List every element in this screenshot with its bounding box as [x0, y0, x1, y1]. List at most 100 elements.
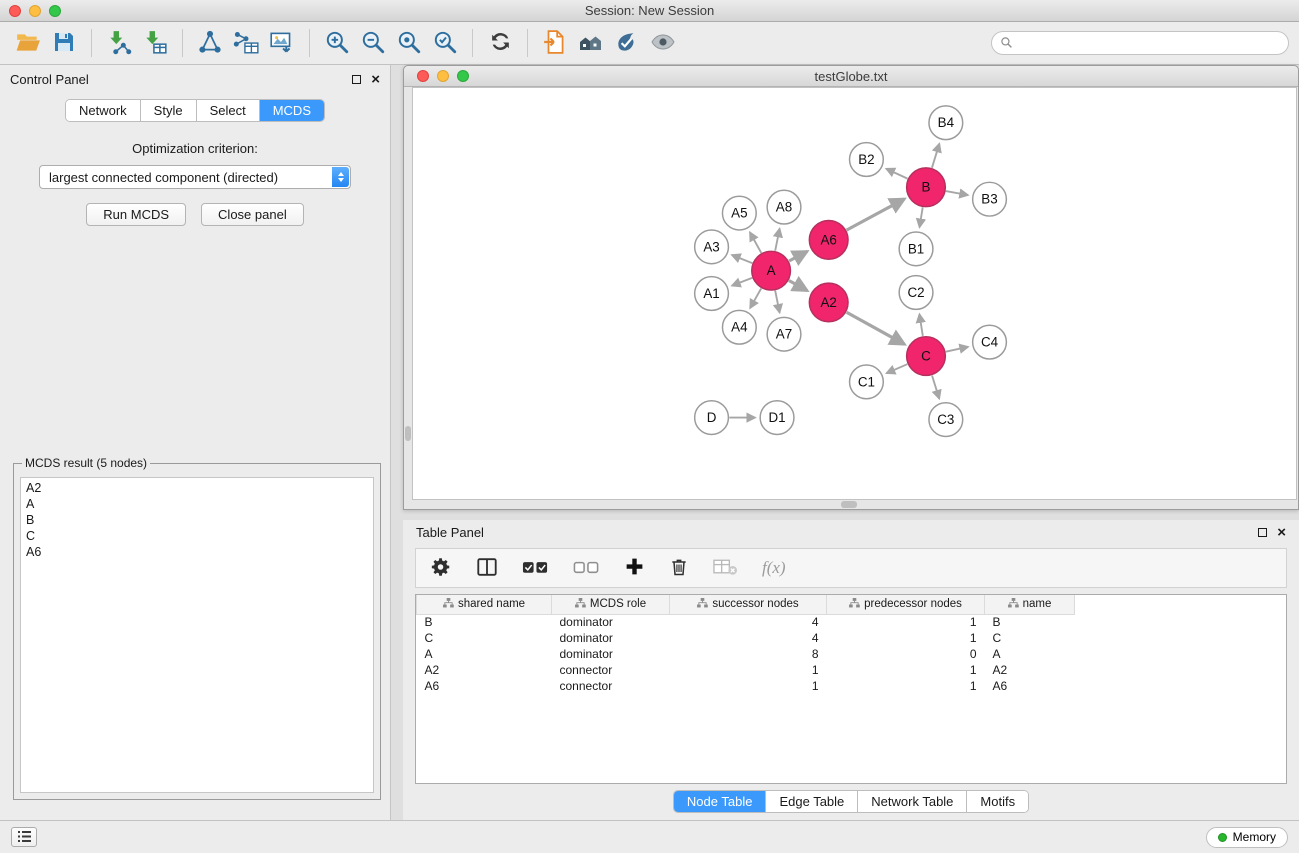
table-cell[interactable]: 8 — [670, 646, 827, 662]
network-node[interactable]: A6 — [809, 221, 848, 260]
network-node[interactable]: A1 — [695, 277, 729, 311]
column-header-shared-name[interactable]: shared name — [417, 595, 552, 614]
maximize-window-button[interactable] — [49, 5, 61, 17]
table-cell[interactable]: 1 — [827, 678, 985, 694]
network-edge[interactable] — [789, 280, 807, 290]
network-node[interactable]: B2 — [850, 143, 884, 177]
vertical-scrollbar-thumb[interactable] — [405, 426, 411, 441]
table-cell[interactable]: 4 — [670, 630, 827, 646]
mcds-result-item[interactable]: C — [26, 528, 368, 544]
network-edge[interactable] — [789, 251, 807, 261]
save-session-button[interactable] — [46, 25, 82, 61]
network-edge[interactable] — [847, 312, 905, 344]
network-node[interactable]: A8 — [767, 190, 801, 224]
table-cell[interactable]: C — [417, 630, 552, 646]
network-node[interactable]: A7 — [767, 317, 801, 351]
table-cell[interactable]: 1 — [827, 614, 985, 630]
network-node[interactable]: C1 — [850, 365, 884, 399]
network-window-titlebar[interactable]: testGlobe.txt — [404, 66, 1298, 87]
criterion-dropdown[interactable]: largest connected component (directed) — [39, 165, 351, 189]
tab-select[interactable]: Select — [197, 100, 260, 121]
function-builder-button[interactable]: f(x) — [762, 558, 786, 578]
network-node[interactable]: C — [907, 337, 946, 376]
table-cell[interactable]: 1 — [670, 678, 827, 694]
tab-mcds[interactable]: MCDS — [260, 100, 324, 121]
mcds-result-item[interactable]: A2 — [26, 480, 368, 496]
table-row[interactable]: Adominator80A — [417, 646, 1075, 662]
close-window-button[interactable] — [9, 5, 21, 17]
tab-network-table[interactable]: Network Table — [858, 791, 967, 812]
network-node[interactable]: C4 — [973, 325, 1007, 359]
table-cell[interactable]: 4 — [670, 614, 827, 630]
minimize-window-button[interactable] — [29, 5, 41, 17]
export-network-button[interactable] — [537, 25, 573, 61]
close-panel-button[interactable]: Close panel — [201, 203, 304, 226]
open-session-button[interactable] — [10, 25, 46, 61]
close-table-panel-icon[interactable]: × — [1277, 525, 1286, 540]
column-header-mcds-role[interactable]: MCDS role — [552, 595, 670, 614]
tab-node-table[interactable]: Node Table — [674, 791, 767, 812]
horizontal-scrollbar-thumb[interactable] — [841, 501, 857, 508]
table-cell[interactable]: B — [985, 614, 1075, 630]
new-network-button[interactable] — [192, 25, 228, 61]
table-cell[interactable]: A — [985, 646, 1075, 662]
delete-column-button[interactable] — [669, 556, 689, 581]
style-check-button[interactable] — [609, 25, 645, 61]
network-table-button[interactable] — [228, 25, 264, 61]
table-cell[interactable]: A6 — [985, 678, 1075, 694]
network-edge[interactable] — [847, 199, 905, 230]
network-node[interactable]: B4 — [929, 106, 963, 140]
table-row[interactable]: A2connector11A2 — [417, 662, 1075, 678]
tab-motifs[interactable]: Motifs — [967, 791, 1028, 812]
zoom-out-button[interactable] — [355, 25, 391, 61]
network-edge[interactable] — [946, 347, 968, 352]
table-cell[interactable]: dominator — [552, 646, 670, 662]
column-header-successor-nodes[interactable]: successor nodes — [670, 595, 827, 614]
network-close-button[interactable] — [417, 70, 429, 82]
table-cell[interactable]: C — [985, 630, 1075, 646]
network-node[interactable]: A — [752, 251, 791, 290]
home-button[interactable] — [573, 25, 609, 61]
table-cell[interactable]: connector — [552, 662, 670, 678]
show-hide-button[interactable] — [645, 25, 681, 61]
table-cell[interactable]: 0 — [827, 646, 985, 662]
network-node[interactable]: D1 — [760, 401, 794, 435]
network-edge[interactable] — [750, 288, 761, 308]
zoom-in-button[interactable] — [319, 25, 355, 61]
import-table-button[interactable] — [137, 25, 173, 61]
network-edge[interactable] — [886, 169, 907, 179]
column-header-name[interactable]: name — [985, 595, 1075, 614]
table-cell[interactable]: 1 — [827, 630, 985, 646]
network-edge[interactable] — [750, 232, 761, 253]
network-edge[interactable] — [919, 314, 922, 336]
select-all-button[interactable] — [522, 558, 549, 579]
network-edge[interactable] — [886, 364, 907, 373]
network-edge[interactable] — [775, 291, 779, 313]
table-cell[interactable]: A6 — [417, 678, 552, 694]
table-cell[interactable]: dominator — [552, 614, 670, 630]
delete-table-button[interactable] — [713, 557, 738, 580]
zoom-fit-button[interactable] — [391, 25, 427, 61]
table-cell[interactable]: A2 — [417, 662, 552, 678]
network-edge[interactable] — [732, 278, 752, 286]
float-table-panel-icon[interactable] — [1258, 528, 1267, 537]
table-row[interactable]: Cdominator41C — [417, 630, 1075, 646]
network-node[interactable]: D — [695, 401, 729, 435]
network-edge[interactable] — [946, 191, 968, 195]
table-row[interactable]: Bdominator41B — [417, 614, 1075, 630]
table-cell[interactable]: A — [417, 646, 552, 662]
network-node[interactable]: C2 — [899, 276, 933, 310]
zoom-selected-button[interactable] — [427, 25, 463, 61]
tab-edge-table[interactable]: Edge Table — [766, 791, 858, 812]
add-column-button[interactable] — [624, 556, 645, 580]
network-node[interactable]: A2 — [809, 283, 848, 322]
table-cell[interactable]: connector — [552, 678, 670, 694]
tab-style[interactable]: Style — [141, 100, 197, 121]
show-columns-button[interactable] — [476, 556, 498, 581]
network-node[interactable]: C3 — [929, 403, 963, 437]
deselect-all-button[interactable] — [573, 558, 600, 579]
tab-network[interactable]: Network — [66, 100, 141, 121]
network-edge[interactable] — [775, 229, 779, 251]
network-canvas[interactable]: B4B2BB3A5A8A6B1A3AA1C2A2A4A7C4C1CC3DD1 — [412, 87, 1297, 500]
table-cell[interactable]: A2 — [985, 662, 1075, 678]
